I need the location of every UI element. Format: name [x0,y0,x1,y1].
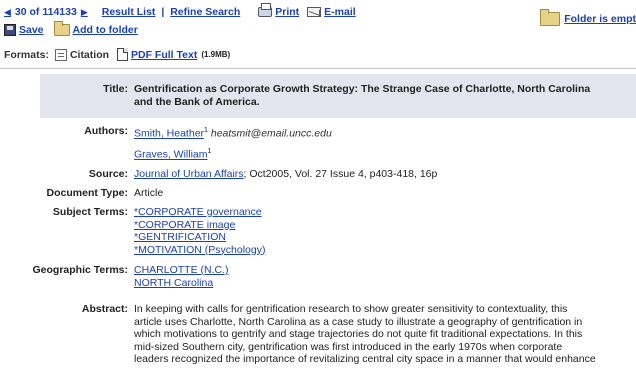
abstract-line: In keeping with calls for gentrification… [134,303,568,315]
citation-icon [54,48,67,61]
geographic-terms-list: CHARLOTTE (N.C.) NORTH Carolina [134,264,229,289]
geographic-terms-field: Geographic Terms: CHARLOTTE (N.C.) NORTH… [0,264,229,289]
title-field: Title: Gentrification as Corporate Growt… [0,83,624,108]
refine-search-link[interactable]: Refine Search [170,6,240,18]
author-link[interactable]: Smith, Heather [134,128,204,140]
printer-icon[interactable] [258,3,273,17]
source-field: Source: Journal of Urban Affairs; Oct200… [0,168,437,181]
author-affiliation-mark: 1 [204,127,208,134]
geographic-term-link[interactable]: CHARLOTTE (N.C.) [134,264,229,276]
subject-term-link[interactable]: *CORPORATE image [134,219,235,231]
abstract-line: mid-sized Southern city, gentrification … [134,340,563,353]
add-folder-icon[interactable] [53,21,70,36]
folder-status[interactable]: Folder is empt [540,9,636,26]
document-type-value: Article [134,187,164,199]
title-line-2: and the Bank of America. [134,95,260,108]
abstract-label: Abstract: [81,303,128,315]
author-email: heatsmit@email.uncc.edu [210,127,332,140]
next-record-arrow-icon[interactable]: ▶ [81,7,88,18]
save-folder-row: Save Add to folder [4,21,138,38]
pdf-size: (1.9MB) [201,50,231,59]
document-type-label: Document Type: [46,187,128,199]
formats-label: Formats: [4,48,49,61]
journal-link[interactable]: Journal of Urban Affairs [134,168,244,180]
result-links: Result List | Refine Search [102,6,241,18]
document-type-field: Document Type: Article [0,187,164,200]
geographic-terms-label: Geographic Terms: [32,264,129,276]
add-to-folder-link[interactable]: Add to folder [73,24,138,36]
result-list-link[interactable]: Result List [102,6,156,18]
folder-icon[interactable] [540,9,561,26]
divider [0,68,636,69]
authors-label: Authors: [84,125,128,137]
citation-format: Citation [69,48,110,61]
abstract-line: which motivations to gentrify and stage … [134,328,583,340]
pdf-full-text-link[interactable]: PDF Full Text [131,49,197,61]
title-line-1: Gentrification as Corporate Growth Strat… [134,83,591,95]
print-email-group: Print E-mail [258,3,356,18]
source-label: Source: [88,168,128,180]
save-icon[interactable] [4,24,16,36]
nav-separator: | [161,6,165,18]
record-title: Gentrification as Corporate Growth Strat… [134,83,624,108]
author-affiliation-mark: 1 [207,148,212,155]
abstract-text: In keeping with calls for gentrification… [134,303,624,366]
abstract-field: Abstract: In keeping with calls for gent… [0,303,624,366]
save-link[interactable]: Save [19,24,44,36]
folder-status-link[interactable]: Folder is empt [564,13,636,25]
title-label: Title: [103,83,128,95]
geographic-term-link[interactable]: NORTH Carolina [134,277,213,289]
subject-terms-field: Subject Terms: *CORPORATE governance *CO… [0,206,266,256]
previous-record-arrow-icon[interactable]: ◀ [4,7,11,18]
author-link[interactable]: Graves, William [134,149,208,161]
email-link[interactable]: E-mail [324,6,356,18]
authors-value: Smith, Heather1 heatsmit@email.uncc.edu … [134,125,332,161]
subject-terms-label: Subject Terms: [52,206,128,218]
record-counter: 30 of 114133 [14,6,77,18]
subject-term-link[interactable]: *GENTRIFICATION [134,231,226,243]
formats-bar: Formats: Citation PDF Full Text (1.9MB) [4,48,230,61]
source-value: Journal of Urban Affairs; Oct2005, Vol. … [134,168,437,181]
abstract-line: article uses Charlotte, North Carolina a… [134,315,583,328]
source-details: ; Oct2005, Vol. 27 Issue 4, p403-418, 16… [243,168,438,180]
pdf-icon[interactable] [117,48,129,61]
subject-terms-list: *CORPORATE governance *CORPORATE image *… [134,206,265,256]
email-icon[interactable] [307,7,322,17]
authors-field: Authors: Smith, Heather1 heatsmit@email.… [0,125,332,161]
subject-term-link[interactable]: *MOTIVATION (Psychology) [134,244,265,256]
subject-term-link[interactable]: *CORPORATE governance [134,206,262,218]
print-link[interactable]: Print [275,6,299,18]
abstract-line: leaders recognized the importance of rev… [134,353,596,365]
